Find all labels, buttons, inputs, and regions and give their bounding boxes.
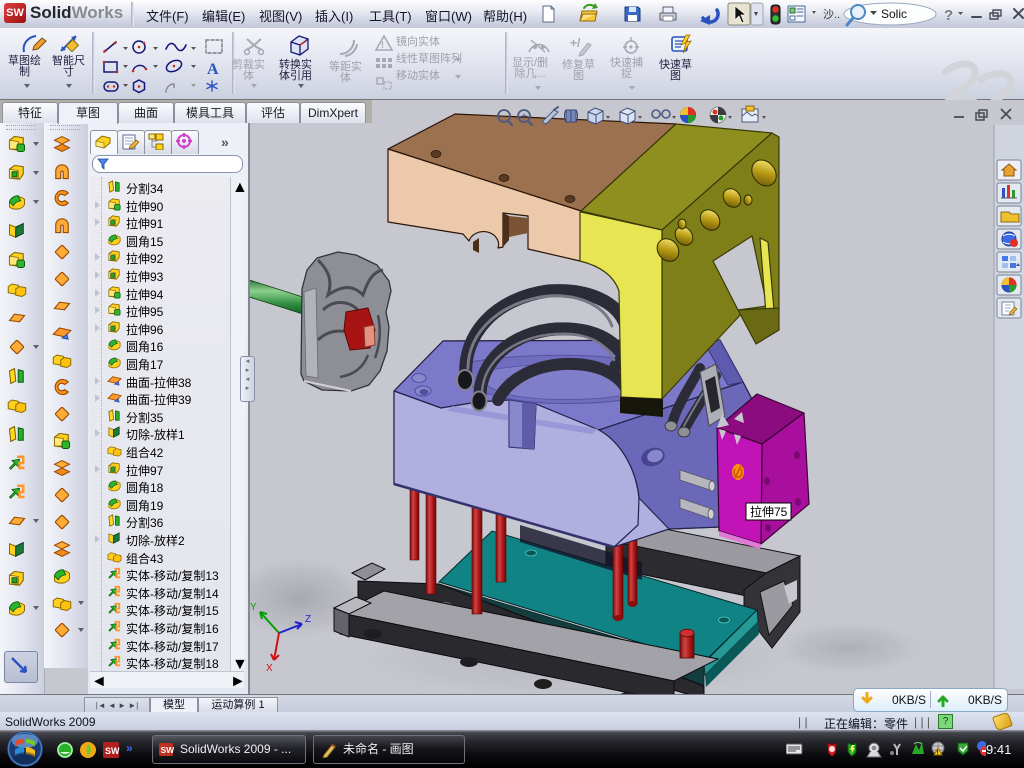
svg-text:!: ! [381, 40, 384, 50]
svg-text:沙..: 沙.. [823, 8, 840, 21]
svg-text:Y: Y [250, 602, 257, 613]
svg-text:!: ! [937, 751, 939, 757]
svg-text:+/: +/ [570, 36, 581, 50]
svg-text:X: X [266, 663, 273, 674]
svg-text:A: A [207, 61, 219, 78]
svg-text:拉伸75: 拉伸75 [750, 504, 788, 519]
svg-text:?: ? [944, 7, 953, 24]
svg-text:SW: SW [161, 745, 176, 755]
svg-text:»: » [126, 742, 133, 755]
svg-text:SW: SW [105, 746, 120, 756]
svg-text:Solic: Solic [881, 7, 907, 21]
svg-text:Z: Z [305, 614, 311, 625]
